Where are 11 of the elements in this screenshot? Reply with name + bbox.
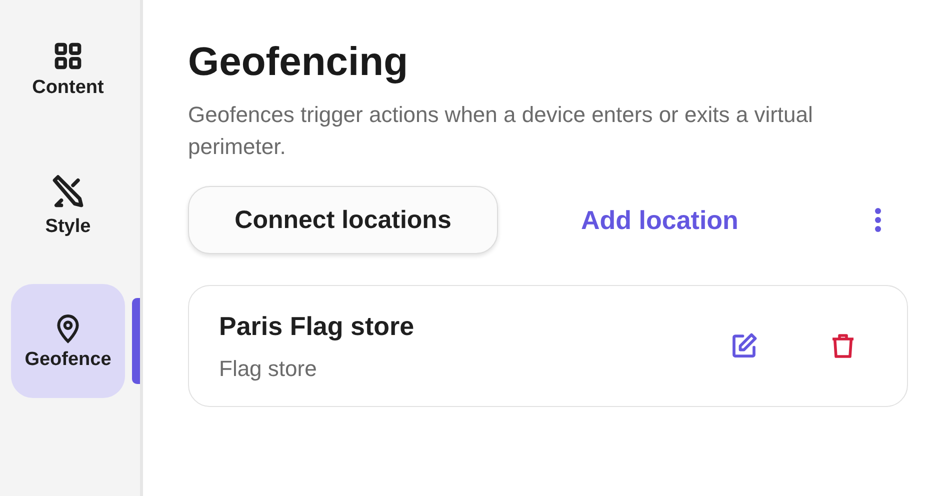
- more-button[interactable]: [874, 207, 882, 233]
- connect-locations-button[interactable]: Connect locations: [188, 186, 498, 254]
- sidebar-tab[interactable]: Geofence: [11, 284, 125, 398]
- location-category: Flag store: [219, 356, 318, 382]
- more-icon: [874, 207, 882, 233]
- page-description: Geofences trigger actions when a device enters or exits a virtual perimeter.: [188, 101, 814, 161]
- location-name: Paris Flag store: [219, 310, 416, 342]
- sidebar-tab[interactable]: Content: [11, 12, 125, 126]
- add-location-link[interactable]: Add location: [581, 204, 738, 236]
- page-title: Geofencing: [188, 40, 410, 85]
- sidebar-tab[interactable]: Style: [11, 148, 125, 262]
